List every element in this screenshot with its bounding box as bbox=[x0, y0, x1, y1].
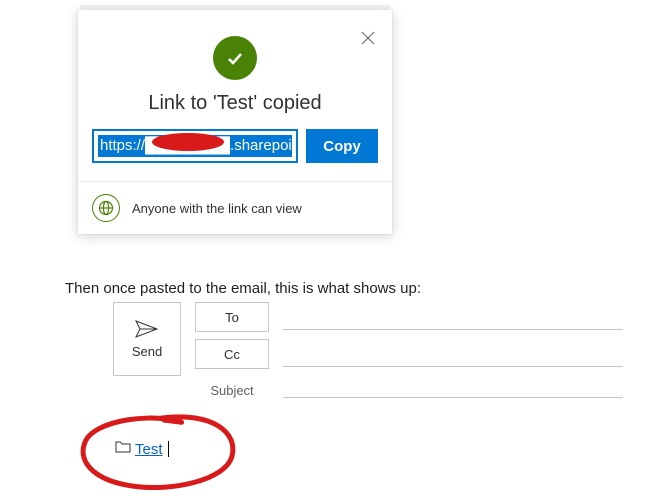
permissions-text: Anyone with the link can view bbox=[132, 201, 302, 216]
text-cursor bbox=[168, 441, 169, 457]
permissions-row[interactable]: Anyone with the link can view bbox=[78, 182, 392, 234]
email-compose-header: Send To Cc Subject bbox=[113, 302, 657, 398]
to-button[interactable]: To bbox=[195, 302, 269, 332]
check-icon bbox=[224, 47, 246, 69]
close-button[interactable] bbox=[354, 24, 382, 52]
success-check-circle bbox=[213, 36, 257, 80]
send-button[interactable]: Send bbox=[113, 302, 181, 376]
dialog-title: Link to 'Test' copied bbox=[78, 92, 392, 115]
subject-field[interactable] bbox=[283, 397, 623, 398]
subject-label: Subject bbox=[195, 383, 269, 398]
close-icon bbox=[361, 31, 375, 45]
link-url-text: https://████████.sharepoi bbox=[98, 135, 292, 157]
caption-text: Then once pasted to the email, this is w… bbox=[65, 280, 421, 297]
link-url-input[interactable]: https://████████.sharepoi bbox=[92, 129, 298, 163]
cc-field[interactable] bbox=[283, 366, 623, 367]
to-field[interactable] bbox=[283, 329, 623, 330]
send-label: Send bbox=[132, 344, 162, 359]
folder-icon bbox=[115, 440, 131, 458]
pasted-link-preview: Test bbox=[115, 440, 169, 458]
globe-icon bbox=[92, 194, 120, 222]
send-icon bbox=[135, 320, 159, 338]
dialog-top-accent bbox=[80, 5, 390, 9]
link-copied-dialog: Link to 'Test' copied https://████████.s… bbox=[78, 10, 392, 234]
cc-button[interactable]: Cc bbox=[195, 339, 269, 369]
pasted-link[interactable]: Test bbox=[135, 441, 163, 458]
copy-button[interactable]: Copy bbox=[306, 129, 378, 163]
link-row: https://████████.sharepoi Copy bbox=[78, 129, 392, 181]
